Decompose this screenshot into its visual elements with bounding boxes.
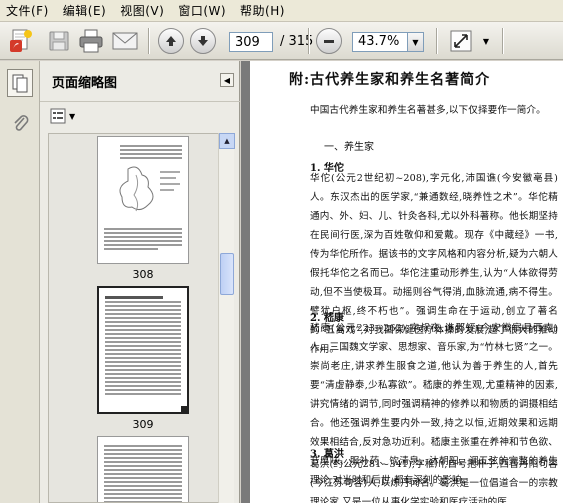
menu-view[interactable]: 视图(V) bbox=[120, 2, 164, 19]
toolbar-separator bbox=[148, 28, 149, 54]
email-icon bbox=[112, 32, 138, 50]
menu-help[interactable]: 帮助(H) bbox=[240, 2, 285, 19]
thumbnail-scrollbar[interactable]: ▲ bbox=[218, 133, 235, 503]
thumbnail-label: 308 bbox=[132, 268, 154, 281]
thumbnails-tab-button[interactable] bbox=[7, 69, 33, 97]
paragraph: 葛洪(约公元281~341),字稚川,自号抱朴子,西晋丹阳句容(今江苏句容)人,… bbox=[310, 459, 558, 503]
fit-window-button[interactable] bbox=[446, 26, 476, 56]
print-button[interactable] bbox=[76, 26, 106, 56]
menu-bar: 文件(F) 编辑(E) 视图(V) 窗口(W) 帮助(H) bbox=[0, 0, 563, 22]
page-thumbnails-icon bbox=[12, 74, 28, 93]
toolbar-separator bbox=[502, 28, 503, 54]
document-page: 附:古代养生家和养生名著简介 中国古代养生家和养生名著甚多,以下仅择要作一简介。… bbox=[250, 61, 563, 503]
chevron-up-icon: ▲ bbox=[224, 137, 230, 145]
chevron-left-icon: ◀ bbox=[223, 75, 231, 85]
thumbnail-label: 309 bbox=[132, 418, 154, 431]
page-thumbnail[interactable] bbox=[97, 136, 189, 264]
options-list-icon bbox=[50, 108, 66, 124]
zoom-dropdown-button[interactable]: ▼ bbox=[408, 32, 424, 52]
next-page-icon bbox=[198, 36, 208, 46]
page-thumbnail-selected[interactable] bbox=[97, 286, 189, 414]
create-pdf-icon bbox=[10, 29, 32, 52]
paperclip-icon bbox=[14, 115, 29, 131]
chevron-down-icon: ▼ bbox=[482, 36, 490, 46]
toolbar-separator bbox=[436, 28, 437, 54]
chevron-down-icon: ▼ bbox=[69, 111, 76, 121]
zoom-level-field[interactable]: 43.7% bbox=[352, 32, 408, 52]
divider bbox=[40, 101, 240, 102]
thumbnail-list[interactable]: 308 309 bbox=[48, 133, 226, 503]
toolbar-separator bbox=[308, 28, 309, 54]
menu-file[interactable]: 文件(F) bbox=[6, 2, 49, 19]
email-button[interactable] bbox=[110, 26, 140, 56]
thumbnails-panel: 页面缩略图 ◀ ▼ 308 309 ▲ bbox=[40, 61, 240, 503]
thumbnail-figure-image bbox=[119, 166, 180, 212]
fit-window-icon bbox=[450, 30, 472, 52]
zoom-out-icon bbox=[324, 40, 334, 43]
save-button[interactable] bbox=[44, 26, 74, 56]
prev-page-icon bbox=[166, 36, 176, 46]
page-number-input[interactable] bbox=[229, 32, 273, 52]
section-heading: 一、养生家 bbox=[324, 142, 374, 153]
print-icon bbox=[79, 29, 103, 53]
toolbar-options-button[interactable]: ▼ bbox=[478, 26, 494, 56]
scrollbar-thumb[interactable] bbox=[220, 253, 234, 295]
navigation-strip bbox=[0, 61, 40, 503]
attachments-tab-button[interactable] bbox=[10, 111, 32, 135]
panel-options-button[interactable]: ▼ bbox=[50, 108, 75, 124]
page-thumbnail[interactable] bbox=[97, 436, 189, 502]
menu-window[interactable]: 窗口(W) bbox=[178, 2, 226, 19]
toolbar: / 315 43.7% ▼ ▼ bbox=[0, 22, 563, 60]
chevron-down-icon: ▼ bbox=[412, 37, 419, 47]
create-pdf-button[interactable] bbox=[6, 26, 36, 56]
save-icon bbox=[49, 31, 69, 51]
page-title: 附:古代养生家和养生名著简介 bbox=[289, 72, 491, 88]
menu-edit[interactable]: 编辑(E) bbox=[63, 2, 106, 19]
scroll-up-button[interactable]: ▲ bbox=[219, 133, 235, 149]
thumbnail-resize-handle[interactable] bbox=[181, 406, 187, 412]
panel-title: 页面缩略图 bbox=[52, 75, 118, 91]
intro-paragraph: 中国古代养生家和养生名著甚多,以下仅择要作一简介。 bbox=[310, 105, 546, 116]
prev-page-button[interactable] bbox=[156, 26, 186, 56]
zoom-out-button[interactable] bbox=[314, 26, 344, 56]
document-view[interactable]: 附:古代养生家和养生名著简介 中国古代养生家和养生名著甚多,以下仅择要作一简介。… bbox=[241, 61, 563, 503]
collapse-panel-button[interactable]: ◀ bbox=[220, 73, 234, 87]
next-page-button[interactable] bbox=[188, 26, 218, 56]
